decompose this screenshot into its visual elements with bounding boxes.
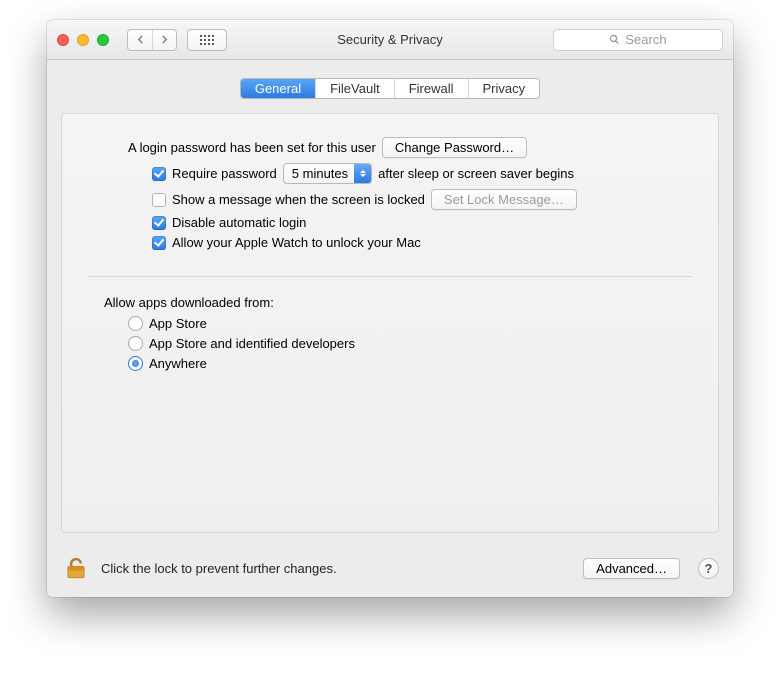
window-body: General FileVault Firewall Privacy A log… — [47, 60, 733, 597]
nav-back-forward — [127, 29, 177, 51]
require-password-tail: after sleep or screen saver begins — [378, 166, 574, 181]
login-password-text: A login password has been set for this u… — [128, 140, 376, 155]
download-option-anywhere-row: Anywhere — [128, 356, 692, 371]
search-icon — [609, 34, 620, 45]
tab-general[interactable]: General — [241, 79, 315, 98]
radio-anywhere-label: Anywhere — [149, 356, 207, 371]
radio-anywhere[interactable] — [128, 356, 143, 371]
section-divider — [88, 276, 692, 277]
stepper-icon — [354, 164, 371, 183]
show-message-label: Show a message when the screen is locked — [172, 192, 425, 207]
tab-privacy[interactable]: Privacy — [468, 79, 540, 98]
zoom-button[interactable] — [97, 34, 109, 46]
require-password-delay-value: 5 minutes — [292, 166, 348, 181]
require-password-delay-select[interactable]: 5 minutes — [283, 163, 372, 184]
general-panel: A login password has been set for this u… — [61, 113, 719, 533]
grid-icon — [200, 35, 214, 45]
login-password-row: A login password has been set for this u… — [128, 137, 692, 158]
chevron-right-icon — [160, 35, 169, 44]
lock-open-icon — [63, 555, 89, 581]
chevron-left-icon — [136, 35, 145, 44]
show-all-button[interactable] — [187, 29, 227, 51]
toolbar-nav — [127, 29, 227, 51]
back-button[interactable] — [128, 30, 152, 50]
search-placeholder: Search — [625, 32, 666, 47]
footer: Click the lock to prevent further change… — [61, 553, 719, 583]
disable-auto-login-row: Disable automatic login — [152, 215, 692, 230]
show-message-row: Show a message when the screen is locked… — [152, 189, 692, 210]
radio-app-store[interactable] — [128, 316, 143, 331]
help-button[interactable]: ? — [698, 558, 719, 579]
preferences-window: Security & Privacy Search General FileVa… — [47, 20, 733, 597]
apple-watch-label: Allow your Apple Watch to unlock your Ma… — [172, 235, 421, 250]
tabbar: General FileVault Firewall Privacy — [240, 78, 540, 99]
close-button[interactable] — [57, 34, 69, 46]
advanced-button[interactable]: Advanced… — [583, 558, 680, 579]
radio-identified-devs[interactable] — [128, 336, 143, 351]
apple-watch-row: Allow your Apple Watch to unlock your Ma… — [152, 235, 692, 250]
require-password-row: Require password 5 minutes after sleep o… — [152, 163, 692, 184]
download-section-title: Allow apps downloaded from: — [104, 295, 692, 310]
download-option-identified-row: App Store and identified developers — [128, 336, 692, 351]
tab-filevault[interactable]: FileVault — [315, 79, 394, 98]
download-option-appstore-row: App Store — [128, 316, 692, 331]
radio-app-store-label: App Store — [149, 316, 207, 331]
radio-identified-devs-label: App Store and identified developers — [149, 336, 355, 351]
forward-button[interactable] — [152, 30, 176, 50]
minimize-button[interactable] — [77, 34, 89, 46]
change-password-button[interactable]: Change Password… — [382, 137, 527, 158]
disable-auto-login-label: Disable automatic login — [172, 215, 306, 230]
lock-button[interactable] — [61, 553, 91, 583]
disable-auto-login-checkbox[interactable] — [152, 216, 166, 230]
tab-firewall[interactable]: Firewall — [394, 79, 468, 98]
tab-row: General FileVault Firewall Privacy — [61, 78, 719, 99]
show-message-checkbox[interactable] — [152, 193, 166, 207]
set-lock-message-button[interactable]: Set Lock Message… — [431, 189, 577, 210]
apple-watch-checkbox[interactable] — [152, 236, 166, 250]
search-field[interactable]: Search — [553, 29, 723, 51]
lock-text: Click the lock to prevent further change… — [101, 561, 337, 576]
require-password-label: Require password — [172, 166, 277, 181]
traffic-lights — [57, 34, 109, 46]
titlebar: Security & Privacy Search — [47, 20, 733, 60]
require-password-checkbox[interactable] — [152, 167, 166, 181]
